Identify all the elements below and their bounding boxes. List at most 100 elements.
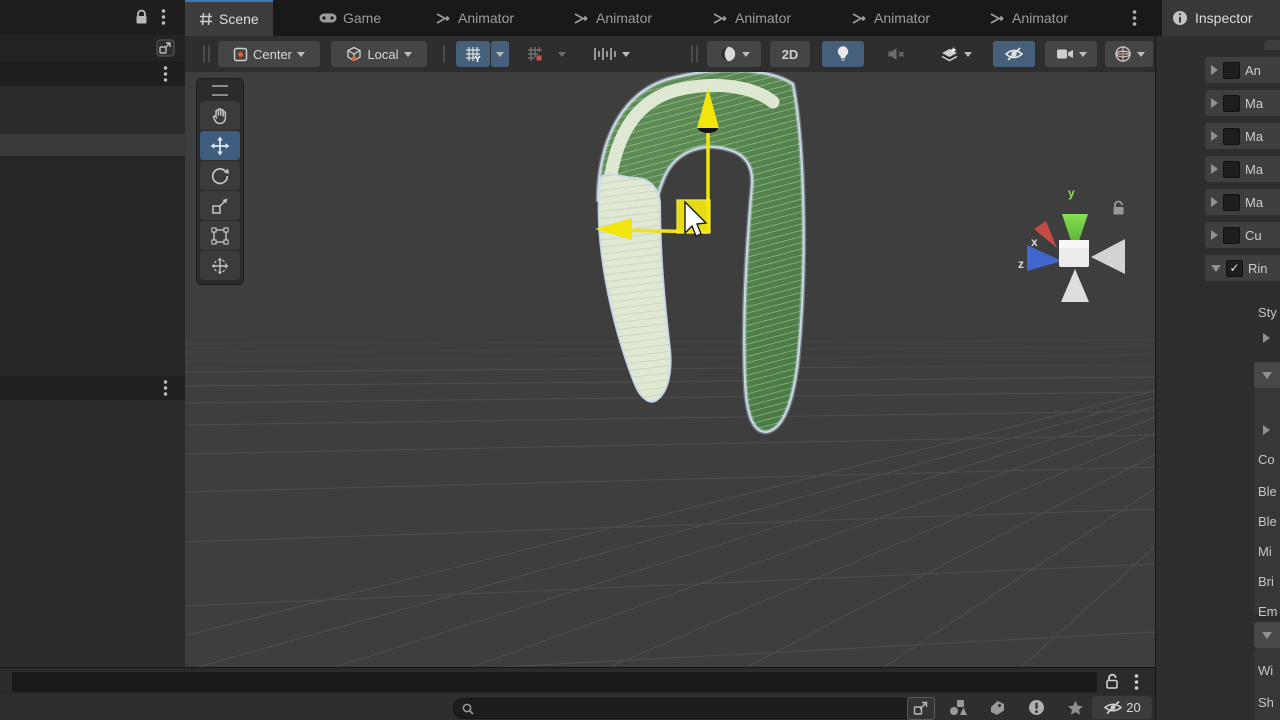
foldout-icon[interactable] [1263,333,1270,343]
grid-visibility-toggle[interactable] [456,41,490,67]
property-label: Em [1258,604,1278,619]
foldout-icon[interactable] [1263,425,1270,435]
scene-viewport[interactable]: y x z Front [185,72,1155,667]
property-label: Bri [1258,574,1274,589]
grid-snapping-toggle[interactable] [518,41,552,67]
tab-animator-5[interactable]: Animator [976,0,1082,36]
component-enabled-checkbox[interactable] [1223,95,1240,112]
scale-tool[interactable] [200,191,240,220]
inspector-tabbar: Inspector [1155,0,1280,36]
gizmo-right-cone[interactable] [1091,239,1125,274]
panel-menu-kebab-icon[interactable] [1134,673,1139,691]
tab-animator-2[interactable]: Animator [560,0,666,36]
snap-increment-icon [593,46,617,62]
foldout-icon[interactable] [1211,197,1218,207]
scene-lighting-toggle[interactable] [822,41,864,67]
chevron-down-icon [558,52,566,57]
open-search-window-button[interactable] [907,697,935,720]
property-label: Co [1258,452,1275,467]
rotate-icon [210,166,230,186]
chevron-down-icon [297,52,305,57]
scene-visibility-toggle[interactable] [993,41,1035,67]
panel-menu-kebab-icon[interactable] [163,379,168,397]
grid-snapping-dropdown[interactable] [553,41,571,67]
filter-by-label-button[interactable] [984,697,1010,718]
overlay-drag-handle-icon[interactable] [212,85,228,96]
tab-overflow-kebab-icon[interactable] [1132,9,1137,27]
effects-dropdown[interactable] [927,41,985,67]
component-label: Ma [1245,129,1263,144]
component-enabled-checkbox[interactable] [1223,227,1240,244]
material-foldout-header[interactable] [1254,362,1280,388]
component-enabled-checkbox[interactable] [1223,62,1240,79]
component-label: Ma [1245,96,1263,111]
component-row[interactable]: Cu [1205,222,1280,248]
tab-label: Animator [596,10,652,26]
foldout-icon[interactable] [1211,98,1218,108]
gizmo-x-label: x [1031,235,1038,249]
chevron-down-icon [1137,52,1145,57]
audio-mute-toggle[interactable] [875,41,917,67]
component-row[interactable]: Ma [1205,123,1280,149]
rotate-tool[interactable] [200,161,240,190]
foldout-icon[interactable] [1211,131,1218,141]
left-leg-stripes [599,174,671,401]
hidden-count-label: 20 [1126,700,1140,715]
component-row[interactable]: Ma [1205,90,1280,116]
view-hand-tool[interactable] [200,101,240,130]
section-foldout-header[interactable] [1254,622,1280,648]
component-row[interactable]: Ma [1205,156,1280,182]
component-row[interactable]: Ma [1205,189,1280,215]
gizmo-sphere-icon [1114,45,1132,63]
foldout-open-icon[interactable] [1211,265,1221,272]
search-input[interactable] [479,701,863,717]
tab-bar: Scene Game Animator Animator Animator An… [185,0,1155,37]
foldout-icon[interactable] [1211,65,1218,75]
gizmo-down-cone[interactable] [1061,269,1089,302]
scene-grid [185,330,1155,667]
component-enabled-checkbox[interactable] [1223,128,1240,145]
left-panel-selected-row[interactable] [0,134,185,156]
rect-tool[interactable] [200,221,240,250]
component-enabled-checkbox[interactable] [1223,194,1240,211]
lock-icon[interactable] [134,9,149,25]
grid-visibility-dropdown[interactable] [491,41,509,67]
hidden-objects-counter[interactable]: 20 [1092,696,1152,719]
draw-mode-dropdown[interactable] [707,41,761,67]
component-label: Cu [1245,228,1262,243]
gizmo-unlock-icon[interactable] [1111,200,1126,216]
tab-animator-3[interactable]: Animator [699,0,805,36]
component-enabled-checkbox[interactable] [1223,161,1240,178]
handle-rotation-dropdown[interactable]: Local [331,41,427,67]
maximize-icon[interactable] [156,39,175,57]
snap-increment-dropdown[interactable] [583,41,639,67]
2d-view-toggle[interactable]: 2D [770,41,810,67]
pivot-mode-dropdown[interactable]: Center [218,41,320,67]
tab-game[interactable]: Game [305,0,395,36]
search-field[interactable] [453,698,915,719]
component-row[interactable]: An [1205,57,1280,83]
gamepad-icon [319,12,337,24]
unlock-icon[interactable] [1104,673,1120,690]
tab-inspector[interactable]: Inspector [1162,0,1280,36]
toolbar-separator [203,45,205,63]
gizmos-dropdown[interactable] [1105,41,1153,67]
panel-menu-kebab-icon[interactable] [161,8,166,26]
bottom-status-field[interactable] [12,672,1097,692]
move-tool[interactable] [200,131,240,160]
panel-menu-kebab-icon[interactable] [163,65,168,83]
filter-by-type-button[interactable] [945,697,971,718]
animator-icon [713,12,729,25]
tab-animator-1[interactable]: Animator [422,0,528,36]
rect-icon [211,227,229,245]
favorites-star-button[interactable] [1062,697,1088,718]
component-enabled-checkbox[interactable]: ✓ [1226,260,1243,277]
transform-tool[interactable] [200,251,240,280]
foldout-icon[interactable] [1211,164,1218,174]
component-row-expanded[interactable]: ✓ Rin [1205,255,1280,281]
tab-scene[interactable]: Scene [185,0,273,36]
tab-animator-4[interactable]: Animator [838,0,944,36]
console-warning-button[interactable] [1023,697,1049,718]
foldout-icon[interactable] [1211,230,1218,240]
camera-settings-dropdown[interactable] [1045,41,1097,67]
